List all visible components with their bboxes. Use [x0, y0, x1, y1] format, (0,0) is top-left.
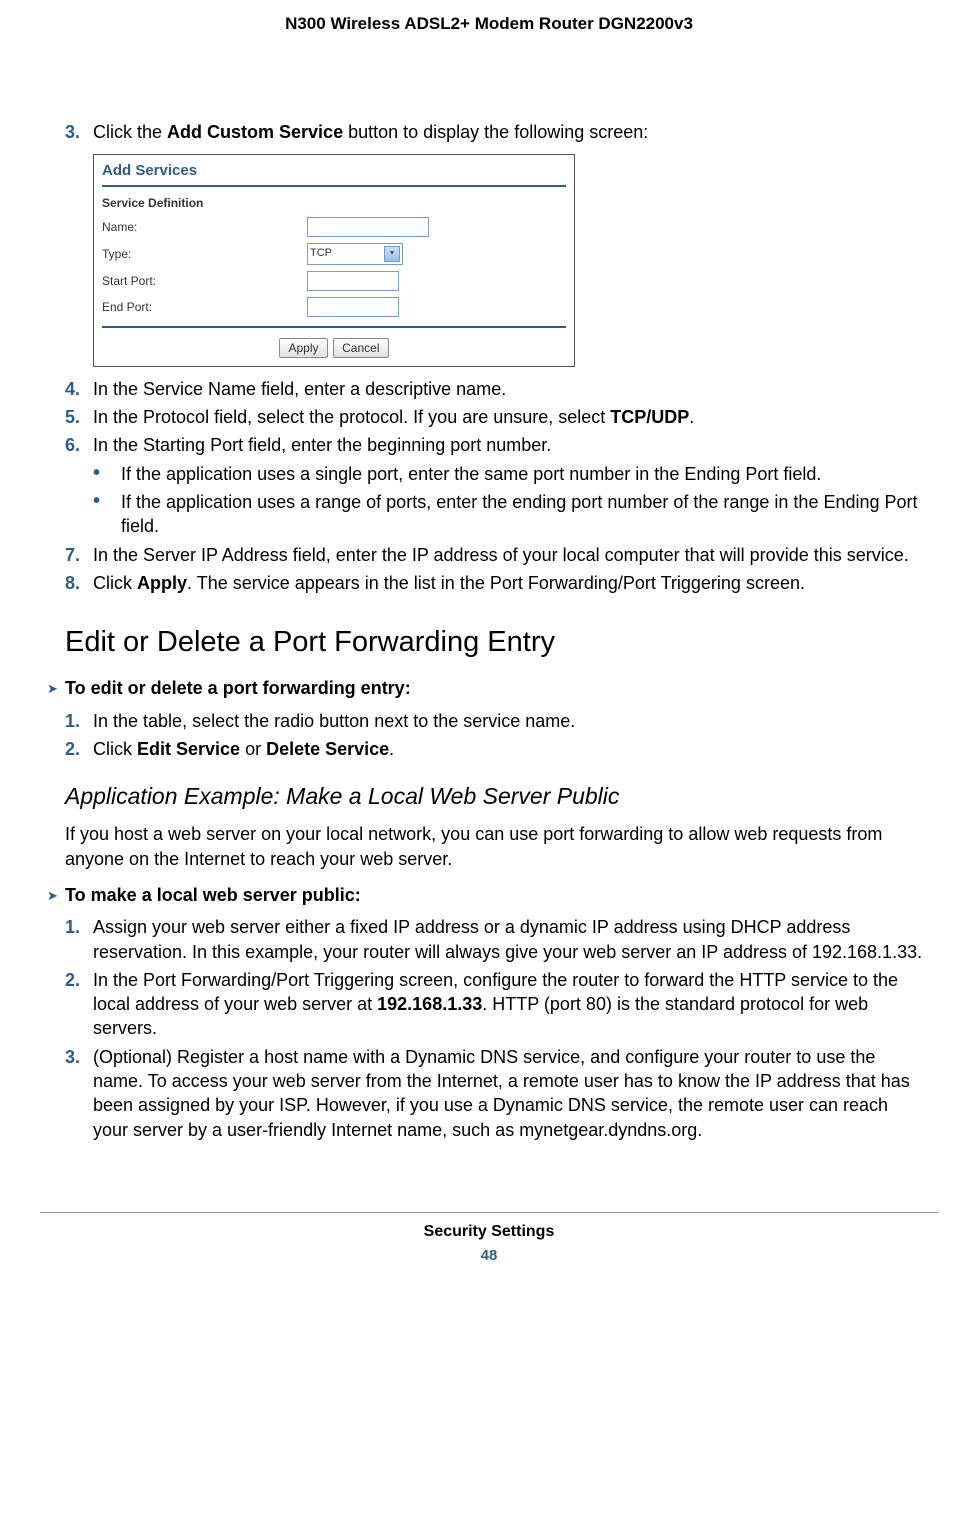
step-text: In the Service Name field, enter a descr…: [93, 377, 923, 401]
task-heading: ➤ To edit or delete a port forwarding en…: [47, 676, 923, 700]
arrow-icon: ➤: [47, 676, 65, 700]
bullet-icon: •: [93, 462, 121, 486]
type-row: Type: TCP ▾: [94, 240, 574, 268]
text-segment: button to display the following screen:: [343, 122, 648, 142]
name-row: Name:: [94, 214, 574, 240]
intro-paragraph: If you host a web server on your local n…: [65, 822, 923, 871]
text-bold: Edit Service: [137, 739, 240, 759]
task2-step-2: 2. In the Port Forwarding/Port Triggerin…: [65, 968, 923, 1041]
chevron-down-icon: ▾: [384, 246, 400, 262]
step-text: In the Port Forwarding/Port Triggering s…: [93, 968, 923, 1041]
task-title: To edit or delete a port forwarding entr…: [65, 676, 411, 700]
arrow-icon: ➤: [47, 883, 65, 907]
task-title: To make a local web server public:: [65, 883, 361, 907]
content: 3. Click the Add Custom Service button t…: [40, 120, 938, 1142]
step-number: 2.: [65, 968, 93, 1041]
step-number: 8.: [65, 571, 93, 595]
add-services-dialog: Add Services Service Definition Name: Ty…: [93, 154, 575, 367]
heading-edit-delete: Edit or Delete a Port Forwarding Entry: [65, 623, 923, 662]
step-5: 5. In the Protocol field, select the pro…: [65, 405, 923, 429]
text-bold: TCP/UDP: [610, 407, 689, 427]
text-segment: In the Protocol field, select the protoc…: [93, 407, 610, 427]
task1-step-1: 1. In the table, select the radio button…: [65, 709, 923, 733]
step-number: 7.: [65, 543, 93, 567]
task2-step-1: 1. Assign your web server either a fixed…: [65, 915, 923, 964]
page-footer: Security Settings 48: [40, 1212, 938, 1267]
end-port-row: End Port:: [94, 294, 574, 320]
step-text: In the Starting Port field, enter the be…: [93, 433, 923, 457]
step-number: 3.: [65, 120, 93, 144]
dialog-subheading: Service Definition: [94, 193, 574, 213]
step-number: 3.: [65, 1045, 93, 1142]
step-6: 6. In the Starting Port field, enter the…: [65, 433, 923, 457]
step-text: Click Apply. The service appears in the …: [93, 571, 923, 595]
divider: [102, 326, 566, 328]
step-text: Assign your web server either a fixed IP…: [93, 915, 923, 964]
type-label: Type:: [102, 246, 307, 262]
apply-button[interactable]: Apply: [279, 338, 327, 358]
step-number: 2.: [65, 737, 93, 761]
step-text: Click the Add Custom Service button to d…: [93, 120, 923, 144]
dialog-title: Add Services: [94, 155, 574, 185]
step-text: In the Server IP Address field, enter th…: [93, 543, 923, 567]
divider: [102, 185, 566, 187]
cancel-button[interactable]: Cancel: [333, 338, 388, 358]
text-bold: Apply: [137, 573, 187, 593]
start-port-row: Start Port:: [94, 268, 574, 294]
step-number: 6.: [65, 433, 93, 457]
document-header: N300 Wireless ADSL2+ Modem Router DGN220…: [40, 5, 938, 40]
step-number: 1.: [65, 915, 93, 964]
text-bold: Delete Service: [266, 739, 389, 759]
step-text: (Optional) Register a host name with a D…: [93, 1045, 923, 1142]
text-segment: .: [389, 739, 394, 759]
step-number: 1.: [65, 709, 93, 733]
step-text: In the Protocol field, select the protoc…: [93, 405, 923, 429]
dialog-button-row: Apply Cancel: [94, 334, 574, 366]
step-3: 3. Click the Add Custom Service button t…: [65, 120, 923, 144]
step-4: 4. In the Service Name field, enter a de…: [65, 377, 923, 401]
text-bold: 192.168.1.33: [377, 994, 482, 1014]
bullet-item: • If the application uses a range of por…: [93, 490, 923, 539]
text-segment: Click the: [93, 122, 167, 142]
text-segment: Click: [93, 573, 137, 593]
step-8: 8. Click Apply. The service appears in t…: [65, 571, 923, 595]
bullet-item: • If the application uses a single port,…: [93, 462, 923, 486]
task-heading: ➤ To make a local web server public:: [47, 883, 923, 907]
name-label: Name:: [102, 219, 307, 235]
task2-step-3: 3. (Optional) Register a host name with …: [65, 1045, 923, 1142]
step-7: 7. In the Server IP Address field, enter…: [65, 543, 923, 567]
bullet-icon: •: [93, 490, 121, 539]
text-segment: . The service appears in the list in the…: [187, 573, 805, 593]
footer-section: Security Settings: [40, 1221, 938, 1243]
step-number: 5.: [65, 405, 93, 429]
page-number: 48: [40, 1246, 938, 1266]
text-segment: Click: [93, 739, 137, 759]
type-select[interactable]: TCP ▾: [307, 243, 403, 265]
heading-application-example: Application Example: Make a Local Web Se…: [65, 781, 923, 812]
text-segment: .: [689, 407, 694, 427]
end-port-input[interactable]: [307, 297, 399, 317]
step-number: 4.: [65, 377, 93, 401]
bullet-text: If the application uses a range of ports…: [121, 490, 923, 539]
text-segment: or: [240, 739, 266, 759]
step-text: In the table, select the radio button ne…: [93, 709, 923, 733]
bullet-text: If the application uses a single port, e…: [121, 462, 923, 486]
type-value: TCP: [310, 246, 332, 261]
text-bold: Add Custom Service: [167, 122, 343, 142]
task1-step-2: 2. Click Edit Service or Delete Service.: [65, 737, 923, 761]
start-port-input[interactable]: [307, 271, 399, 291]
start-port-label: Start Port:: [102, 273, 307, 289]
name-input[interactable]: [307, 217, 429, 237]
step-text: Click Edit Service or Delete Service.: [93, 737, 923, 761]
end-port-label: End Port:: [102, 299, 307, 315]
